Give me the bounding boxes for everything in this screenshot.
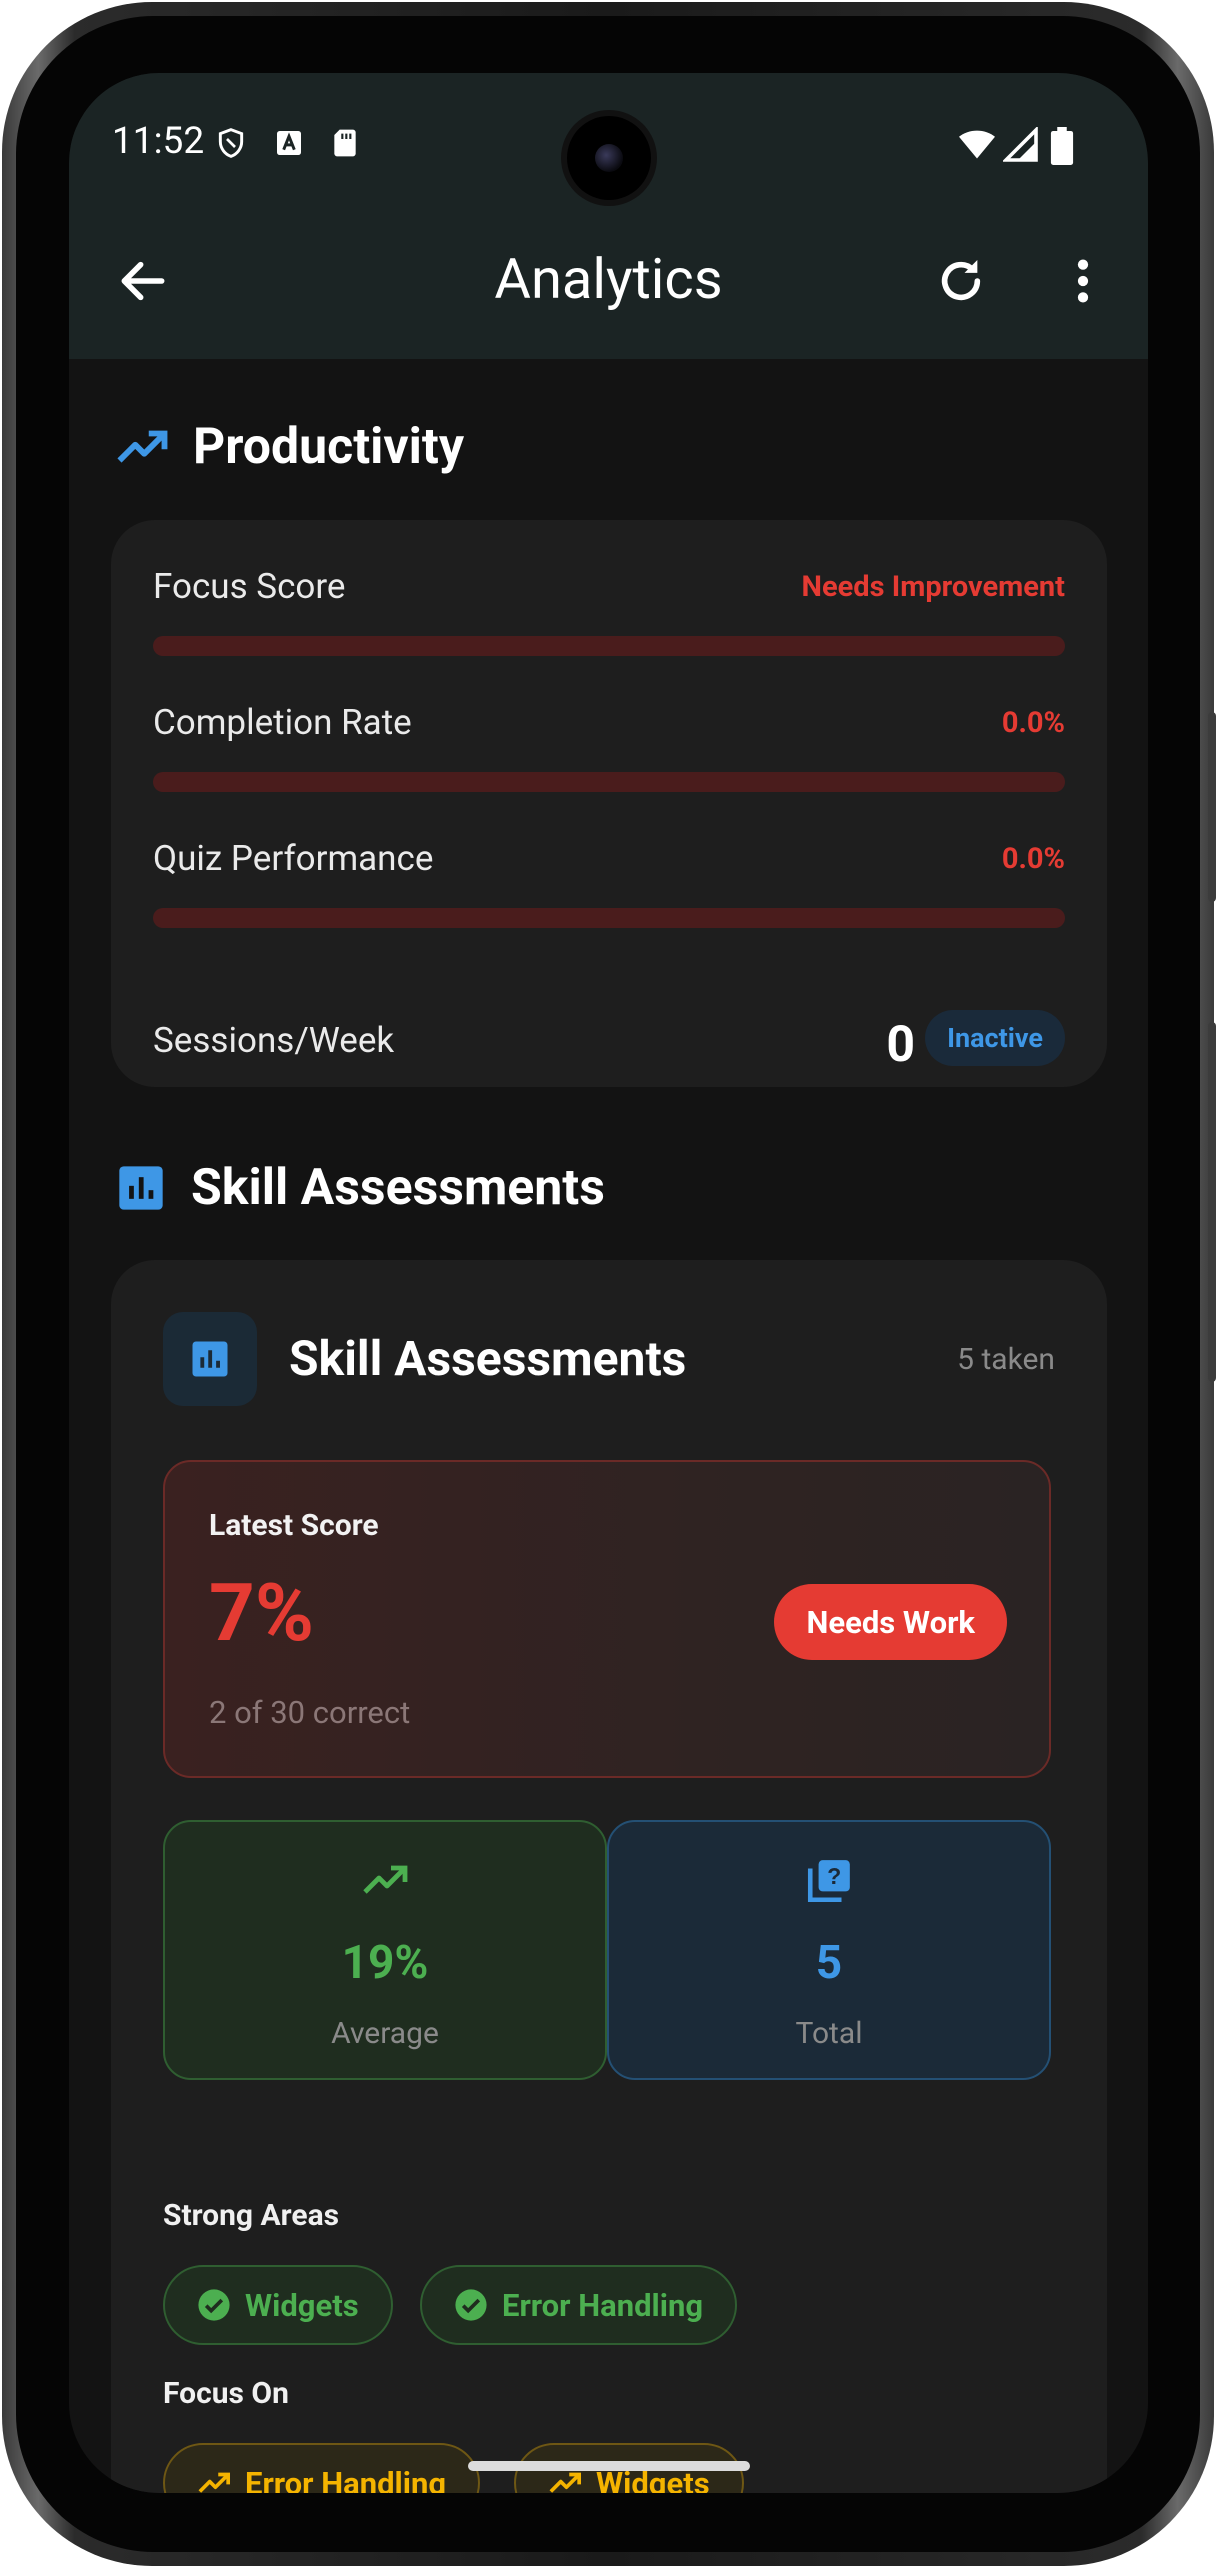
app-bar: 11:52 Analytics — [69, 73, 1148, 359]
quiz-icon: ? — [807, 1860, 850, 1903]
trending-up-icon — [117, 430, 168, 463]
more-vert-icon[interactable] — [1055, 253, 1111, 309]
skills-header: Skill Assessments — [115, 1158, 605, 1218]
assessments-count: 5 taken — [957, 1342, 1055, 1377]
average-stat-tile: 19% Average — [163, 1820, 607, 2080]
home-indicator[interactable] — [468, 2461, 750, 2471]
check-circle-icon — [198, 2289, 230, 2321]
latest-score-label: Latest Score — [209, 1508, 379, 1543]
completion-rate-label: Completion Rate — [153, 702, 412, 743]
chip-label: Widgets — [245, 2286, 359, 2324]
volume-button — [1208, 1022, 1216, 1382]
svg-text:?: ? — [827, 1863, 841, 1889]
bar-chart-icon — [119, 1166, 163, 1210]
front-camera — [567, 116, 651, 200]
app-screen: 11:52 Analytics Productivity Focus Score… — [69, 73, 1148, 2493]
power-button — [1208, 712, 1216, 902]
refresh-icon[interactable] — [933, 253, 989, 309]
average-value: 19% — [341, 1936, 429, 1990]
trending-up-icon — [363, 1865, 408, 1894]
battery-icon — [1050, 127, 1074, 165]
shield-icon — [218, 128, 244, 158]
status-time: 11:52 — [112, 120, 205, 163]
strong-areas-label: Strong Areas — [163, 2198, 340, 2233]
focus-on-label: Focus On — [163, 2376, 289, 2411]
focus-score-value: Needs Improvement — [801, 570, 1065, 604]
latest-score-value: 7% — [209, 1566, 315, 1660]
strong-area-chip[interactable]: Error Handling — [420, 2265, 738, 2345]
bar-chart-icon — [192, 1341, 228, 1377]
focus-score-bar — [153, 636, 1065, 656]
signal-icon — [1003, 127, 1038, 162]
trending-up-icon — [198, 2472, 231, 2493]
quiz-performance-value: 0.0% — [1001, 842, 1065, 876]
sessions-value: 0 — [886, 1016, 915, 1074]
sd-card-icon — [334, 129, 356, 157]
focus-area-chip[interactable]: Error Handling — [163, 2443, 481, 2494]
latest-score-detail: 2 of 30 correct — [209, 1694, 411, 1731]
text-a-icon — [277, 131, 301, 155]
needs-work-badge: Needs Work — [774, 1584, 1007, 1660]
skills-card-icon-box — [163, 1312, 257, 1406]
total-stat-tile: ? 5 Total — [607, 1820, 1051, 2080]
completion-rate-bar — [153, 772, 1065, 792]
total-label: Total — [795, 2016, 863, 2051]
chip-label: Error Handling — [245, 2464, 447, 2494]
average-label: Average — [331, 2016, 439, 2051]
sessions-status-badge: Inactive — [925, 1010, 1065, 1066]
productivity-card: Focus Score Needs Improvement Completion… — [111, 520, 1107, 1087]
quiz-performance-label: Quiz Performance — [153, 838, 434, 879]
total-value: 5 — [815, 1936, 843, 1990]
focus-score-label: Focus Score — [153, 566, 346, 607]
skills-card-title: Skill Assessments — [289, 1330, 687, 1387]
strong-area-chip[interactable]: Widgets — [163, 2265, 393, 2345]
productivity-title: Productivity — [193, 418, 464, 476]
check-circle-icon — [455, 2289, 487, 2321]
wifi-icon — [959, 130, 995, 159]
sessions-label: Sessions/Week — [153, 1020, 395, 1061]
skills-card: Skill Assessments 5 taken Latest Score 7… — [111, 1260, 1107, 2493]
completion-rate-value: 0.0% — [1001, 706, 1065, 740]
productivity-header: Productivity — [115, 417, 464, 477]
chip-label: Error Handling — [502, 2286, 704, 2324]
quiz-performance-bar — [153, 908, 1065, 928]
skills-section-title: Skill Assessments — [191, 1159, 605, 1217]
latest-score-panel: Latest Score 7% 2 of 30 correct Needs Wo… — [163, 1460, 1051, 1778]
